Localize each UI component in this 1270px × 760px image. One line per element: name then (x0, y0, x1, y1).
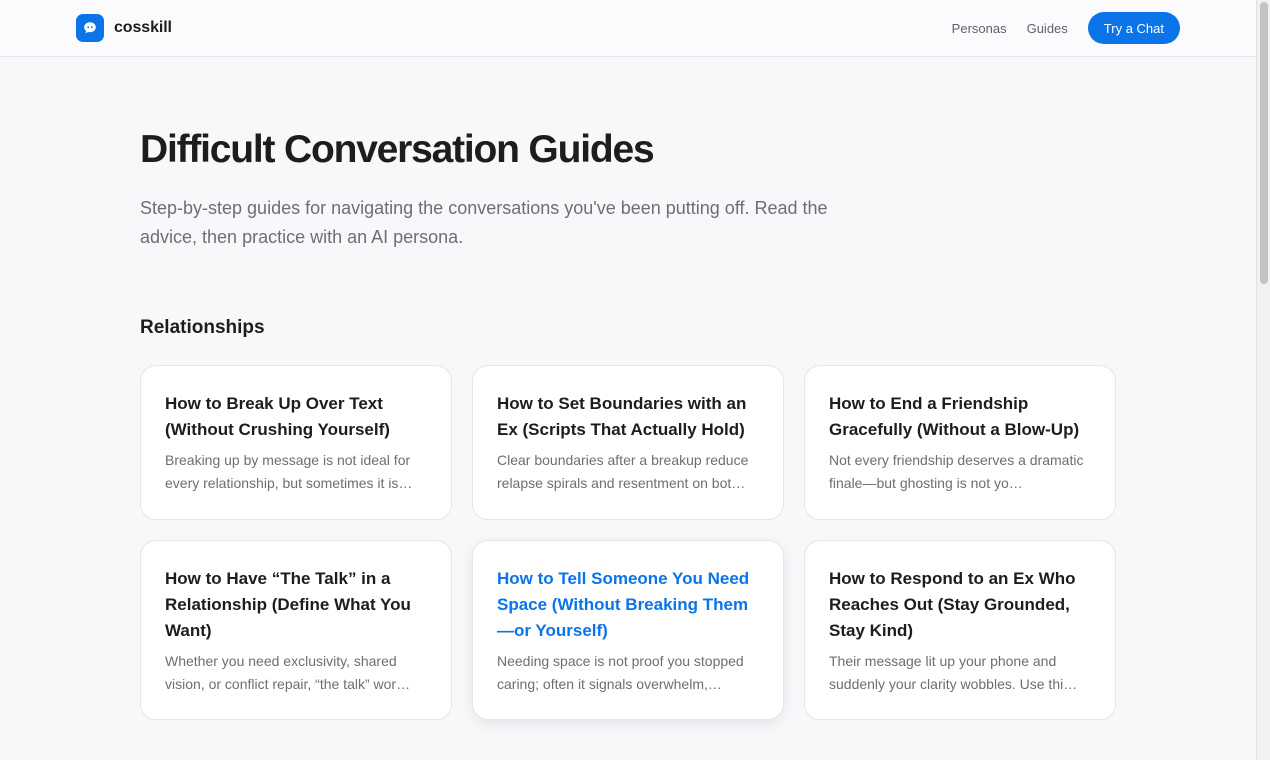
guide-card-excerpt: Breaking up by message is not ideal for … (165, 452, 413, 491)
nav-personas-link[interactable]: Personas (952, 21, 1007, 36)
guide-card[interactable]: How to Set Boundaries with an Ex (Script… (472, 365, 784, 520)
brand-name[interactable]: cosskill (114, 19, 172, 37)
guide-card[interactable]: How to End a Friendship Gracefully (With… (804, 365, 1116, 520)
guide-card-title: How to Break Up Over Text (Without Crush… (165, 394, 390, 439)
guide-card-excerpt: Not every friendship deserves a dramatic… (829, 452, 1084, 491)
try-a-chat-button[interactable]: Try a Chat (1087, 12, 1180, 44)
guide-card[interactable]: How to Respond to an Ex Who Reaches Out … (804, 540, 1116, 720)
guide-card-title: How to End a Friendship Gracefully (With… (829, 394, 1080, 439)
guide-card[interactable]: How to Tell Someone You Need Space (With… (472, 540, 784, 720)
guide-card[interactable]: How to Have “The Talk” in a Relationship… (140, 540, 452, 720)
guide-card-title: How to Tell Someone You Need Space (With… (497, 569, 750, 640)
guide-card-title: How to Respond to an Ex Who Reaches Out … (829, 569, 1076, 640)
chat-bubble-icon (76, 14, 104, 42)
guide-card[interactable]: How to Break Up Over Text (Without Crush… (140, 365, 452, 520)
brand-logo-link[interactable]: cosskill (76, 14, 172, 42)
page-title: Difficult Conversation Guides (140, 128, 655, 171)
guide-card-grid: How to Break Up Over Text (Without Crush… (140, 365, 1116, 760)
guide-card-title: How to Have “The Talk” in a Relationship… (165, 569, 411, 640)
guide-card-title: How to Set Boundaries with an Ex (Script… (497, 394, 747, 439)
top-navigation-bar: cosskill Personas Guides Try a Chat (0, 0, 1256, 57)
page-intro: Step-by-step guides for navigating the c… (140, 198, 828, 247)
section-title-relationships: Relationships (140, 317, 265, 338)
guide-card-excerpt: Clear boundaries after a breakup reduce … (497, 452, 749, 491)
guide-card-excerpt: Needing space is not proof you stopped c… (497, 653, 744, 692)
vertical-scrollbar[interactable] (1256, 0, 1270, 760)
nav-guides-link[interactable]: Guides (1027, 21, 1068, 36)
scrollbar-thumb[interactable] (1260, 2, 1268, 284)
main-nav: Personas Guides Try a Chat (952, 12, 1180, 44)
guide-card-excerpt: Their message lit up your phone and sudd… (829, 653, 1078, 692)
guide-card-excerpt: Whether you need exclusivity, shared vis… (165, 653, 411, 692)
